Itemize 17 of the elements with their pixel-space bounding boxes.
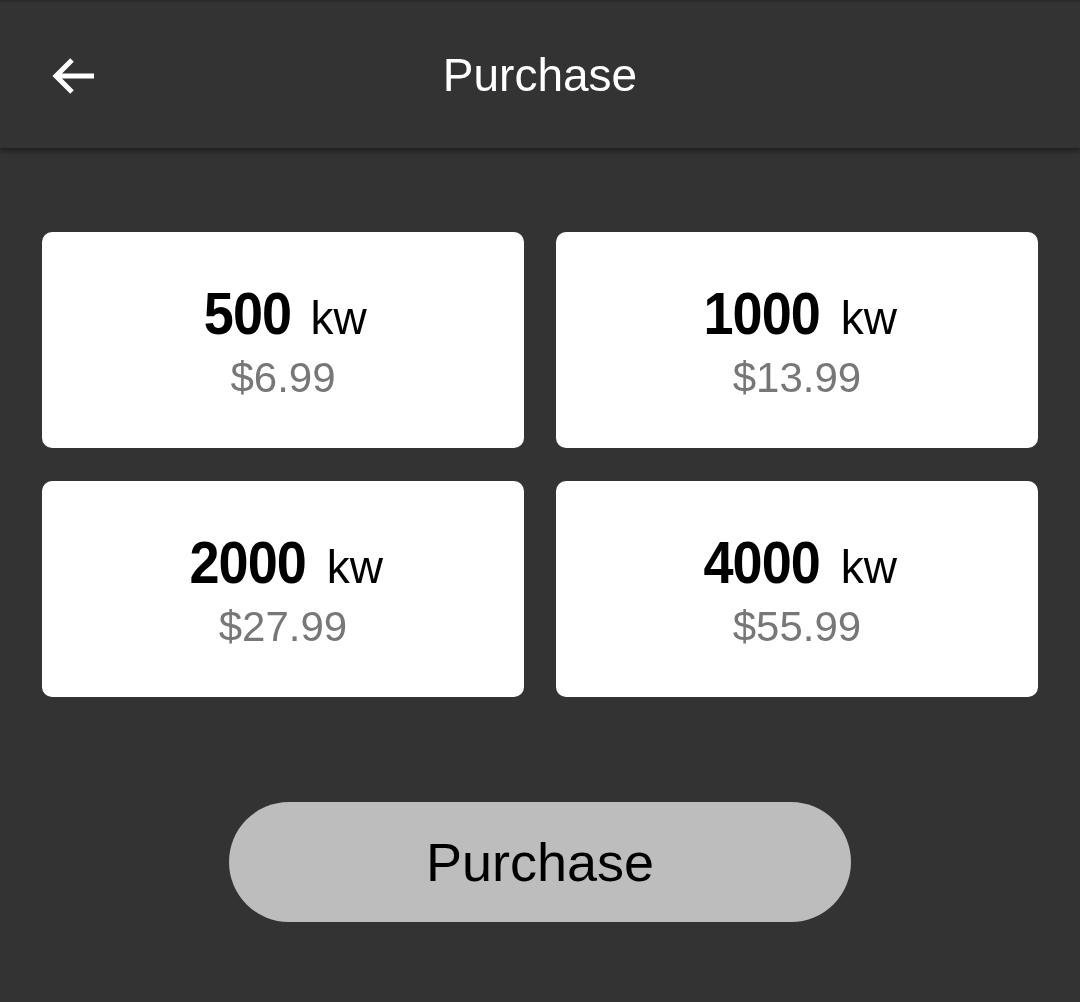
package-card[interactable]: 1000 kw $13.99	[556, 232, 1038, 448]
package-price: $13.99	[732, 353, 862, 402]
package-unit: kw	[310, 290, 367, 345]
package-price: $55.99	[732, 602, 862, 651]
package-card[interactable]: 4000 kw $55.99	[556, 481, 1038, 697]
package-unit: kw	[840, 539, 897, 594]
package-card[interactable]: 500 kw $6.99	[42, 232, 524, 448]
screen-title: Purchase	[442, 48, 638, 102]
package-unit: kw	[326, 539, 383, 594]
package-amount: 1000	[703, 278, 821, 348]
package-unit: kw	[840, 290, 897, 345]
package-price: $27.99	[218, 602, 348, 651]
package-price: $6.99	[230, 353, 336, 402]
package-card[interactable]: 2000 kw $27.99	[42, 481, 524, 697]
package-amount: 500	[204, 278, 292, 348]
package-amount: 2000	[189, 527, 307, 597]
package-amount: 4000	[703, 527, 821, 597]
